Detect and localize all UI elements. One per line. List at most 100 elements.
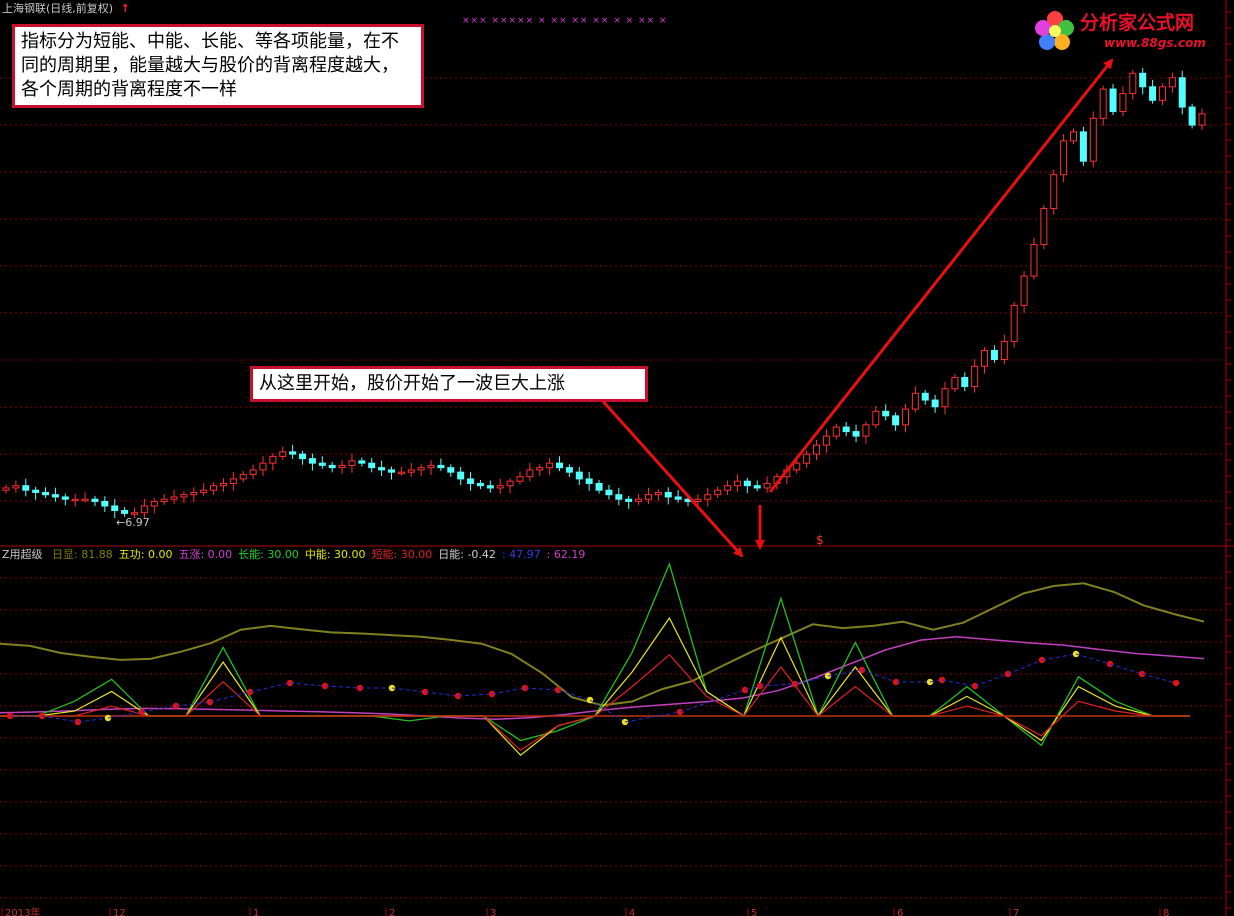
candle-body: [961, 377, 969, 388]
candle-body: [486, 485, 494, 489]
candle-body: [595, 482, 603, 491]
candle-body: [1010, 304, 1018, 342]
candle-body: [338, 464, 346, 469]
ma-segment: [524, 687, 559, 691]
candle-body: [901, 408, 909, 426]
candle-body: [803, 453, 811, 464]
candle-body: [12, 485, 20, 489]
candle-body: [971, 365, 979, 388]
ma-segment: [457, 693, 493, 697]
candle-body: [1050, 174, 1058, 209]
x-axis: 2013年 12 1 2 3 4 5 6 7 8: [1, 906, 1169, 916]
candle-body: [130, 512, 138, 515]
ma-segment: [249, 682, 291, 693]
candle-body: [793, 462, 801, 471]
candle-body: [111, 505, 119, 511]
candle-body: [605, 489, 613, 496]
indicator-series: [0, 562, 1205, 757]
x-tick-label: 4: [629, 908, 635, 916]
x-tick-label: 2013年: [5, 906, 40, 916]
candle-body: [556, 462, 564, 469]
candle-body: [921, 392, 929, 401]
ma-segment: [491, 687, 526, 695]
x-tick-label: 6: [897, 908, 903, 916]
ma-segment: [941, 679, 976, 687]
candle-body: [644, 494, 652, 500]
candle-body: [180, 494, 188, 498]
logo-url: www.88gs.com: [1104, 36, 1206, 50]
ma-segment: [759, 683, 796, 687]
candle-body: [575, 471, 583, 480]
candle-body: [1099, 88, 1107, 119]
indicator-item: : 62.19: [546, 548, 586, 561]
indicator-items: 日显: 81.88 五功: 0.00 五涨: 0.00 长能: 30.00 中能: 30…: [52, 548, 591, 561]
up-marker-icon: ↑: [120, 2, 130, 15]
candle-body: [674, 496, 682, 500]
indicator-item: 中能: 30.00: [304, 548, 366, 561]
candle-body: [1079, 131, 1087, 162]
candle-body: [210, 485, 218, 491]
candle-body: [328, 464, 336, 469]
indicator-item: 五功: 0.00: [118, 548, 173, 561]
candle-body: [91, 498, 99, 502]
candle-body: [546, 462, 554, 469]
candle-body: [387, 469, 395, 473]
candle-body: [1198, 113, 1206, 126]
candle-body: [51, 494, 59, 498]
candle-body: [615, 494, 623, 500]
candle-body: [1040, 207, 1048, 246]
candle-body: [931, 399, 939, 408]
candle-body: [61, 496, 69, 500]
candle-body: [348, 460, 356, 466]
candle-body: [22, 485, 30, 491]
indicator-legend: Z用超级 日显: 81.88 五功: 0.00 五涨: 0.00 长能: 30.00 中…: [2, 548, 597, 562]
ma-segment: [1007, 659, 1043, 675]
candle-body: [911, 392, 919, 410]
logo-text: 分析家公式网: [1080, 12, 1195, 34]
x-tick-label: 5: [751, 908, 757, 916]
x-tick-label: 8: [1163, 908, 1169, 916]
flower-logo-icon: [1035, 11, 1074, 50]
candle-body: [1000, 340, 1008, 360]
candle-body: [42, 491, 50, 496]
candle-body: [822, 435, 830, 446]
series-line-rixian: [0, 582, 1205, 707]
candle-body: [1109, 88, 1117, 113]
candle-body: [842, 426, 850, 433]
arrow-to-start: [598, 396, 744, 558]
x-tick-label: 7: [1013, 908, 1019, 916]
ma-segment: [1041, 653, 1077, 661]
candle-body: [704, 494, 712, 500]
candle-body: [990, 349, 998, 360]
candle-body: [279, 451, 287, 457]
candle-body: [1168, 77, 1176, 88]
ma-segment: [861, 669, 897, 683]
candle-body: [358, 460, 366, 464]
candle-body: [536, 467, 544, 471]
candle-body: [526, 469, 534, 478]
candle-body: [259, 462, 267, 471]
ma-segment: [1141, 673, 1177, 684]
candle-body: [585, 478, 593, 484]
candle-body: [1089, 117, 1097, 162]
candle-body: [140, 505, 148, 514]
candle-body: [200, 489, 208, 493]
series-line-changneng: [0, 562, 1190, 747]
candle-body: [101, 500, 109, 507]
candle-body: [1139, 72, 1147, 88]
indicator-item: : 47.97: [501, 548, 541, 561]
ma-segment: [324, 685, 361, 689]
ma-segment: [107, 711, 143, 719]
series-line-zhongneng: [0, 616, 1190, 757]
annotation-box-energy: 指标分为短能、中能、长能、等各项能量，在不同的周期里，能量越大与股价的背离程度越…: [12, 24, 424, 108]
candle-body: [664, 491, 672, 498]
candle-body: [397, 471, 405, 475]
price-and-indicator-chart: 2013年 12 1 2 3 4 5 6 7 8: [0, 0, 1234, 916]
candle-body: [1178, 77, 1186, 108]
candle-body: [1020, 275, 1028, 306]
candle-body: [269, 455, 277, 464]
indicator-item: 五涨: 0.00: [178, 548, 233, 561]
ma-segment: [77, 717, 109, 723]
candle-body: [981, 349, 989, 367]
x-tick-label: 12: [113, 908, 126, 916]
